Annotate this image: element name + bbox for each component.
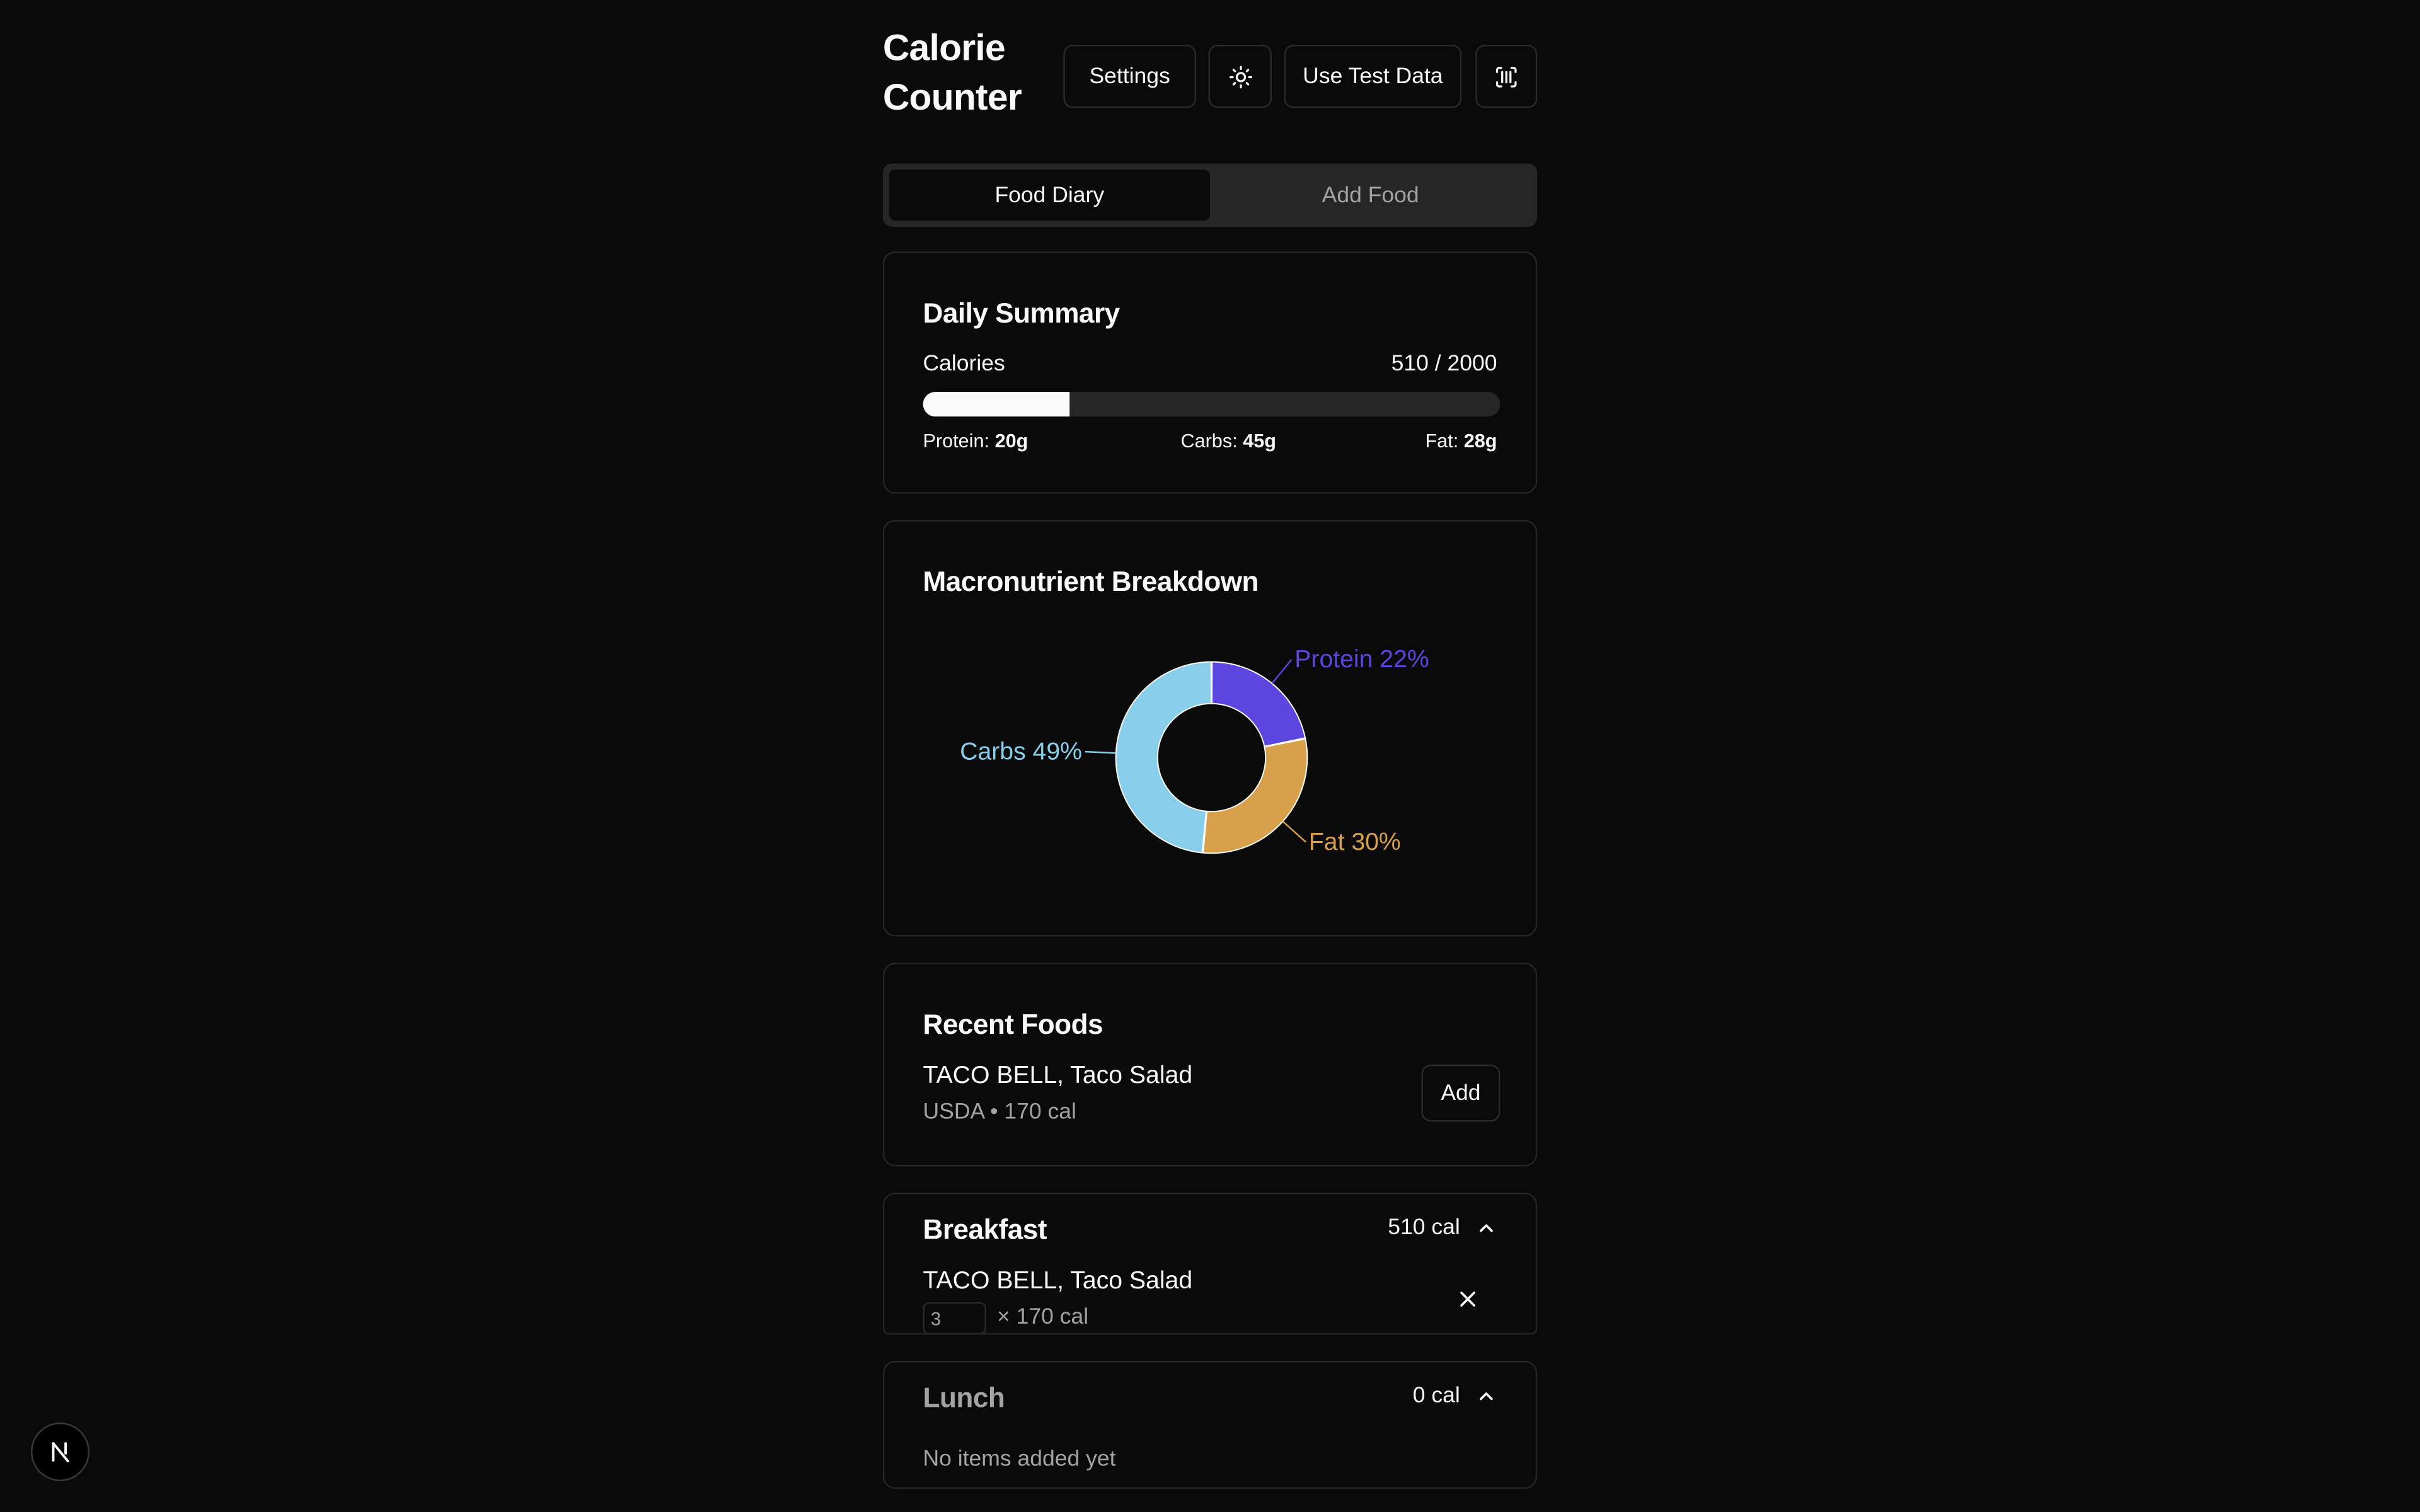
quantity-input[interactable]: 3 (923, 1302, 986, 1335)
donut-label-fat: Fat 30% (1309, 828, 1401, 856)
protein-label: Protein: (923, 430, 990, 452)
settings-button[interactable]: Settings (1063, 45, 1196, 108)
protein-value: 20g (994, 430, 1028, 452)
settings-button-label: Settings (1089, 64, 1170, 89)
recent-foods-card: Recent Foods TACO BELL, Taco Salad USDA … (882, 963, 1538, 1167)
meal-total-lunch: 0 cal (1412, 1383, 1460, 1409)
recent-food-meta: USDA • 170 cal (923, 1100, 1076, 1125)
empty-meal-text: No items added yet (923, 1447, 1116, 1472)
donut-leader-fat (1282, 820, 1306, 843)
fat-summary: Fat: 28g (1425, 430, 1497, 452)
meal-total-breakfast: 510 cal (1388, 1215, 1460, 1240)
app-title-line2: Counter (882, 77, 1022, 119)
protein-summary: Protein: 20g (923, 430, 1028, 452)
macro-breakdown-card: Macronutrient Breakdown Protein 22% Fat 3… (882, 520, 1538, 937)
fat-value: 28g (1463, 430, 1497, 452)
recent-foods-title: Recent Foods (923, 1009, 1103, 1040)
carbs-value: 45g (1243, 430, 1276, 452)
fat-label: Fat: (1425, 430, 1459, 452)
chevron-up-icon (1480, 1224, 1493, 1232)
sun-icon (1228, 65, 1252, 88)
use-test-data-button[interactable]: Use Test Data (1284, 45, 1462, 108)
donut-leader-protein (1271, 659, 1293, 684)
tab-add-food[interactable]: Add Food (1210, 169, 1531, 220)
daily-summary-card: Daily Summary Calories 510 / 2000 Protei… (882, 251, 1538, 494)
meal-item-per-unit: × 170 cal (997, 1305, 1089, 1331)
meal-card-lunch: Lunch 0 cal No items added yet (882, 1361, 1538, 1489)
meal-title-lunch: Lunch (923, 1382, 1005, 1414)
calories-progress-fill (923, 392, 1071, 417)
meal-header-toggle[interactable]: 510 cal (1388, 1216, 1497, 1240)
nextjs-dev-badge[interactable] (30, 1422, 90, 1482)
donut-slice-carbs (1115, 661, 1213, 854)
add-recent-food-button[interactable]: Add (1421, 1064, 1501, 1122)
daily-summary-title: Daily Summary (923, 297, 1121, 329)
recent-food-name: TACO BELL, Taco Salad (923, 1063, 1193, 1089)
meal-item-name: TACO BELL, Taco Salad (923, 1268, 1193, 1295)
remove-item-button[interactable] (1443, 1274, 1492, 1324)
use-test-data-label: Use Test Data (1303, 64, 1443, 89)
app-title-line1: Calorie (882, 28, 1006, 70)
header: Calorie Counter Settings Use Test Data (883, 25, 1538, 127)
carbs-summary: Carbs: 45g (1180, 430, 1276, 452)
add-recent-food-label: Add (1441, 1080, 1481, 1106)
app-title: Calorie Counter (883, 25, 1022, 123)
close-icon (1460, 1292, 1475, 1307)
tab-food-diary[interactable]: Food Diary (889, 169, 1211, 221)
chevron-up-icon (1480, 1392, 1493, 1400)
donut-label-protein: Protein 22% (1294, 646, 1429, 673)
barcode-scan-icon (1495, 66, 1517, 87)
calories-progress-bar (923, 392, 1501, 417)
meal-header-toggle[interactable]: 0 cal (1413, 1384, 1497, 1409)
calories-label: Calories (923, 352, 1005, 377)
donut-label-carbs: Carbs 49% (960, 738, 1082, 765)
meal-title-breakfast: Breakfast (923, 1214, 1047, 1246)
tab-list: Food Diary Add Food (882, 163, 1538, 227)
nextjs-logo-icon (52, 1442, 69, 1463)
meal-card-breakfast: Breakfast 510 cal TACO BELL, Taco Salad … (882, 1193, 1538, 1335)
app-root: Calorie Counter Settings Use Test Data F… (0, 0, 2420, 1512)
calories-value: 510 / 2000 (1391, 352, 1497, 377)
donut-slice-fat (1202, 738, 1308, 854)
donut-leader-carbs (1085, 750, 1116, 754)
theme-toggle-button[interactable] (1208, 45, 1272, 108)
macro-donut-chart: Protein 22% Fat 30% Carbs 49% (960, 646, 1429, 856)
donut-slice-protein (1211, 661, 1306, 747)
barcode-scan-button[interactable] (1475, 45, 1538, 108)
carbs-label: Carbs: (1180, 430, 1238, 452)
